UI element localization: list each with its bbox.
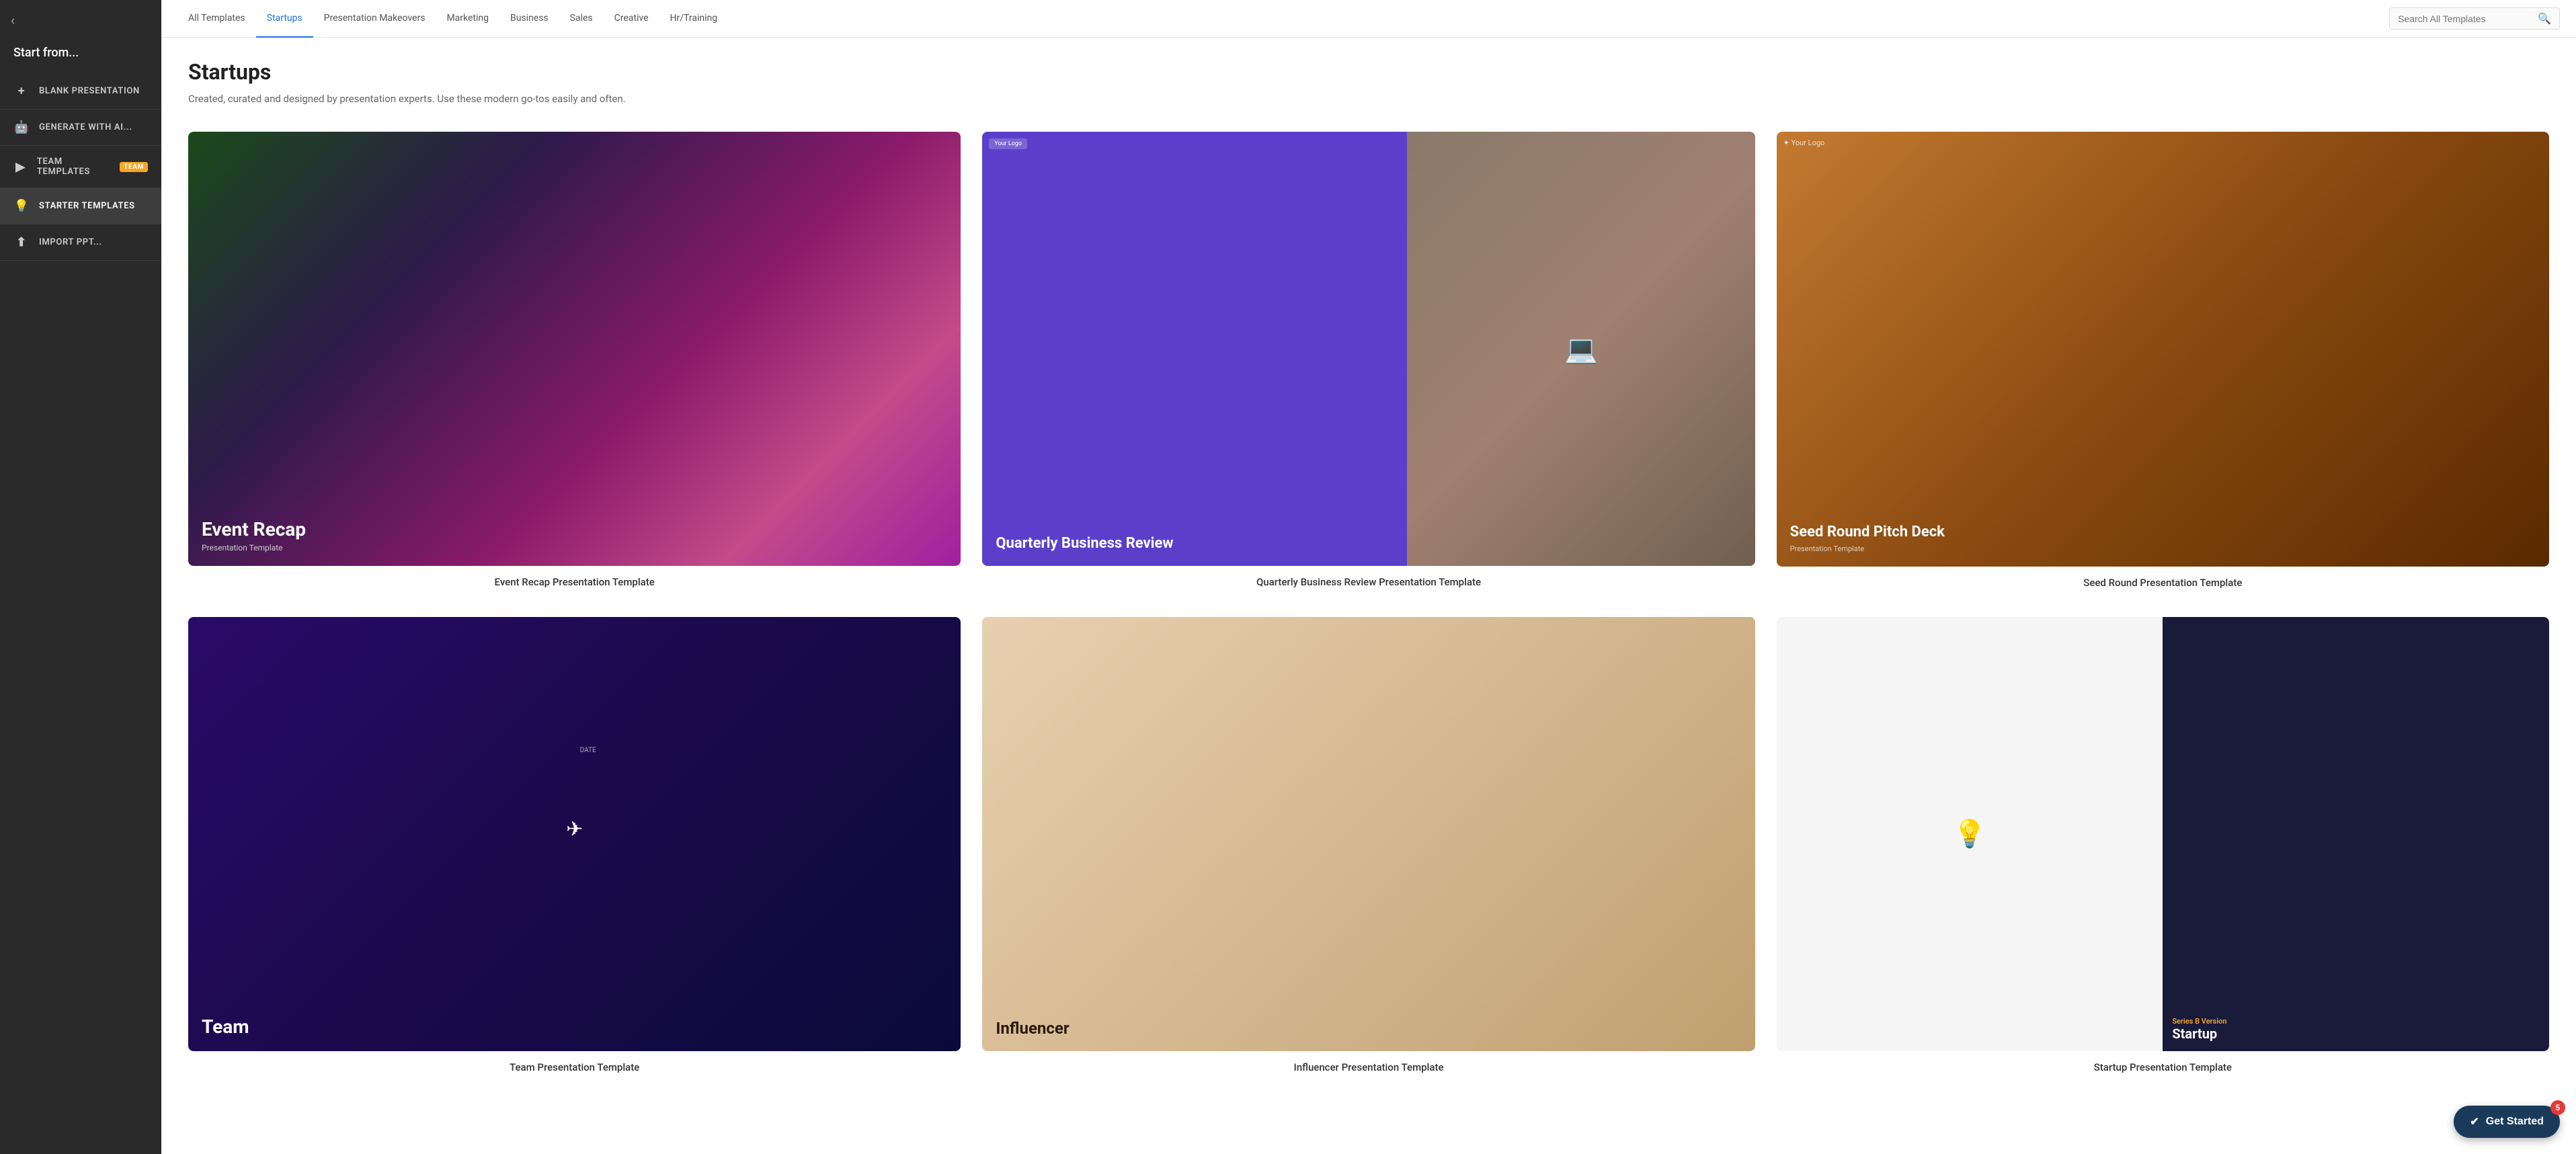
thumb-title: Event Recap: [202, 518, 947, 541]
sidebar-collapse-button[interactable]: ‹: [0, 0, 161, 40]
sidebar-item-import[interactable]: ⬆ IMPORT PPT...: [0, 224, 161, 261]
tab-hr[interactable]: Hr/Training: [659, 0, 729, 38]
template-name-influencer: Influencer Presentation Template: [982, 1061, 1755, 1075]
thumb-title: Quarterly Business Review: [996, 535, 1394, 552]
template-name-qbr: Quarterly Business Review Presentation T…: [982, 575, 1755, 589]
template-name-startup: Startup Presentation Template: [1777, 1061, 2549, 1075]
thumb-sub: Presentation Template: [202, 543, 947, 552]
tab-startups[interactable]: Startups: [256, 0, 313, 38]
content-area: Startups Created, curated and designed b…: [161, 38, 2576, 1154]
get-started-label: Get Started: [2486, 1116, 2544, 1128]
tab-marketing[interactable]: Marketing: [436, 0, 499, 38]
template-thumbnail-influencer: Influencer: [982, 617, 1755, 1051]
page-subtitle: Created, curated and designed by present…: [188, 93, 2549, 105]
thumb-sub: Presentation Template: [1790, 544, 2536, 553]
template-card-seed-round[interactable]: ✦ Your Logo Seed Round Pitch Deck Presen…: [1777, 132, 2549, 590]
template-card-team[interactable]: DATE ✈ Team Team Presentation Template: [188, 617, 961, 1075]
notification-badge: 5: [2550, 1100, 2565, 1115]
sidebar-label-import: IMPORT PPT...: [39, 237, 102, 247]
sidebar-label-team: TEAM TEMPLATES: [37, 157, 108, 177]
sidebar-item-ai[interactable]: 🤖 GENERATE WITH AI...: [0, 110, 161, 146]
thumb-bottom: Team: [202, 1016, 947, 1038]
sidebar-item-blank[interactable]: + BLANK PRESENTATION: [0, 73, 161, 110]
logo-badge: Your Logo: [989, 138, 1027, 149]
template-card-influencer[interactable]: Influencer Influencer Presentation Templ…: [982, 617, 1755, 1075]
series-label: Series B Version: [2172, 1017, 2540, 1026]
sidebar-icon-import: ⬆: [13, 235, 30, 249]
sidebar-title: Start from...: [0, 40, 161, 73]
page-title: Startups: [188, 59, 2549, 85]
sidebar-label-blank: BLANK PRESENTATION: [39, 86, 140, 96]
sidebar-item-starter[interactable]: 💡 STARTER TEMPLATES: [0, 188, 161, 224]
get-started-button[interactable]: ✔ Get Started 5: [2454, 1106, 2560, 1138]
search-icon: 🔍: [2538, 12, 2551, 25]
collapse-icon: ‹: [11, 12, 15, 28]
sidebar-items-container: + BLANK PRESENTATION 🤖 GENERATE WITH AI.…: [0, 73, 161, 261]
sidebar-label-starter: STARTER TEMPLATES: [39, 201, 135, 211]
sidebar-icon-team: ▶: [13, 160, 28, 174]
template-name-event-recap: Event Recap Presentation Template: [188, 575, 961, 589]
sidebar-item-team[interactable]: ▶ TEAM TEMPLATES TEAM: [0, 146, 161, 188]
thumb-title: Startup: [2172, 1026, 2540, 1042]
sidebar-icon-ai: 🤖: [13, 120, 30, 134]
nav-bar: All TemplatesStartupsPresentation Makeov…: [161, 0, 2576, 38]
logo-area: ✦ Your Logo: [1783, 138, 1825, 147]
sidebar-label-ai: GENERATE WITH AI...: [39, 122, 132, 132]
bulb-icon: 💡: [1953, 818, 1986, 850]
tab-makeovers[interactable]: Presentation Makeovers: [313, 0, 436, 38]
template-thumbnail-event-recap: Event Recap Presentation Template: [188, 132, 961, 566]
templates-grid-row2: DATE ✈ Team Team Presentation Template I…: [188, 617, 2549, 1075]
sidebar-icon-starter: 💡: [13, 199, 30, 213]
template-thumbnail-qbr: Your Logo Quarterly Business Review 💻: [982, 132, 1755, 566]
thumb-title: Influencer: [996, 1019, 1741, 1038]
tab-all[interactable]: All Templates: [177, 0, 256, 38]
tab-sales[interactable]: Sales: [559, 0, 604, 38]
team-badge: TEAM: [120, 162, 148, 172]
thumb-title: Seed Round Pitch Deck: [1790, 524, 2536, 541]
sidebar: ‹ Start from... + BLANK PRESENTATION 🤖 G…: [0, 0, 161, 1154]
tab-business[interactable]: Business: [499, 0, 559, 38]
check-icon: ✔: [2470, 1115, 2479, 1128]
search-container[interactable]: 🔍: [2389, 7, 2560, 30]
sidebar-icon-blank: +: [13, 84, 30, 98]
template-thumbnail-startup: 💡 Series B Version Startup: [1777, 617, 2549, 1052]
template-card-qbr[interactable]: Your Logo Quarterly Business Review 💻 Qu…: [982, 132, 1755, 590]
template-thumbnail-team: DATE ✈ Team: [188, 617, 961, 1051]
thumb-icon: ✈: [566, 817, 583, 841]
template-name-seed-round: Seed Round Presentation Template: [1777, 576, 2549, 590]
main-area: All TemplatesStartupsPresentation Makeov…: [161, 0, 2576, 1154]
template-thumbnail-seed-round: ✦ Your Logo Seed Round Pitch Deck Presen…: [1777, 132, 2549, 567]
tab-creative[interactable]: Creative: [604, 0, 659, 38]
nav-tabs: All TemplatesStartupsPresentation Makeov…: [177, 0, 728, 37]
template-card-startup[interactable]: 💡 Series B Version Startup Startup Prese…: [1777, 617, 2549, 1075]
thumb-photo: 💻: [1407, 132, 1755, 566]
template-card-event-recap[interactable]: Event Recap Presentation Template Event …: [188, 132, 961, 590]
search-input[interactable]: [2398, 13, 2532, 24]
templates-grid-row1: Event Recap Presentation Template Event …: [188, 132, 2549, 590]
thumb-label: DATE: [202, 747, 961, 754]
template-name-team: Team Presentation Template: [188, 1061, 961, 1075]
